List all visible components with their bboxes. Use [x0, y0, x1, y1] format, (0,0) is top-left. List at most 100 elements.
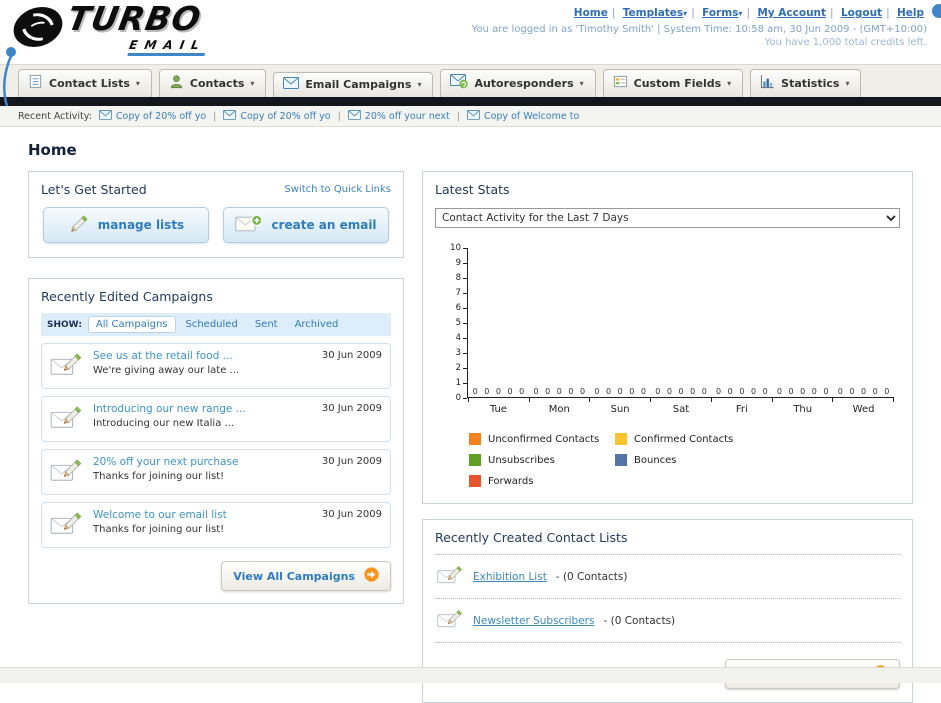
view-all-campaigns-label: View All Campaigns	[233, 569, 355, 583]
filter-scheduled[interactable]: Scheduled	[179, 317, 245, 332]
create-email-button[interactable]: create an email	[223, 207, 389, 243]
campaign-edit-icon	[50, 509, 84, 541]
logo-text: TURBO EMAIL	[61, 0, 213, 56]
corner-dot	[932, 4, 941, 18]
recent-contact-lists-title: Recently Created Contact Lists	[435, 530, 628, 545]
chart-x-label: Sat	[672, 404, 690, 415]
legend-label: Unconfirmed Contacts	[488, 433, 600, 445]
campaign-item[interactable]: See us at the retail food ... We're givi…	[41, 343, 391, 389]
chart-bar-group: 0 0 0 0 0	[716, 387, 768, 396]
campaign-title-link[interactable]: See us at the retail food ...	[93, 350, 239, 362]
activity-separator: |	[337, 110, 341, 122]
custom-fields-icon	[613, 74, 628, 92]
chart-x-label: Mon	[548, 404, 570, 415]
tab-contacts[interactable]: Contacts ▾	[158, 69, 267, 97]
campaign-title-link[interactable]: Welcome to our email list	[93, 509, 227, 521]
get-started-panel: Let's Get Started Switch to Quick Links …	[28, 171, 404, 258]
chevron-down-icon: ▾	[417, 80, 422, 89]
stats-range-select[interactable]: Contact Activity for the Last 7 Days	[435, 208, 900, 228]
logo-title: TURBO	[64, 0, 205, 38]
recent-campaigns-title: Recently Edited Campaigns	[41, 289, 213, 304]
filter-all-campaigns[interactable]: All Campaigns	[87, 316, 176, 333]
filter-sent[interactable]: Sent	[248, 317, 285, 332]
campaign-item[interactable]: 20% off your next purchase Thanks for jo…	[41, 449, 391, 495]
app-logo: TURBO EMAIL	[9, 0, 209, 64]
legend-item: Confirmed Contacts	[615, 433, 761, 445]
switch-quick-links-link[interactable]: Switch to Quick Links	[284, 184, 391, 195]
logo-subtitle: EMAIL	[127, 38, 208, 56]
chart-x-label: Fri	[735, 404, 748, 415]
get-started-title: Let's Get Started	[41, 182, 147, 197]
manage-lists-button[interactable]: manage lists	[43, 207, 209, 243]
nav-separator: |	[746, 7, 750, 19]
legend-swatch	[469, 433, 481, 445]
envelope-plus-icon	[235, 214, 263, 237]
chart-legend: Unconfirmed Contacts Confirmed Contacts Un…	[469, 433, 900, 487]
recent-activity-link[interactable]: Copy of Welcome to	[484, 111, 579, 122]
legend-item: Bounces	[615, 454, 761, 466]
activity-separator: |	[456, 110, 460, 122]
campaign-edit-icon	[50, 456, 84, 488]
page: TURBO EMAIL Home| Templates| Forms| My A…	[0, 0, 941, 703]
nav-separator: |	[611, 7, 616, 19]
right-column: Latest Stats Contact Activity for the La…	[422, 171, 913, 703]
tab-label: Custom Fields	[633, 76, 722, 90]
nav-home[interactable]: Home	[574, 7, 608, 19]
campaign-title-link[interactable]: Introducing our new range ...	[93, 403, 246, 415]
contact-list-link[interactable]: Newsletter Subscribers	[473, 615, 594, 627]
recent-activity-item[interactable]: Copy of 20% off yo	[99, 110, 206, 123]
header: TURBO EMAIL Home| Templates| Forms| My A…	[0, 0, 941, 107]
chevron-down-icon: ▾	[135, 78, 140, 88]
create-email-label: create an email	[271, 218, 377, 232]
tab-label: Contacts	[189, 76, 245, 90]
contact-list-item[interactable]: Exhibition List - (0 Contacts)	[435, 554, 900, 598]
tab-statistics[interactable]: Statistics ▾	[750, 69, 862, 97]
campaign-edit-icon	[50, 403, 84, 435]
recent-activity-item[interactable]: Copy of Welcome to	[467, 110, 579, 123]
email-campaigns-icon	[283, 77, 299, 92]
campaign-subtitle: Introducing our new Italia ...	[93, 418, 235, 429]
envelope-icon	[467, 110, 480, 123]
tab-email-campaigns[interactable]: Email Campaigns ▾	[273, 72, 434, 97]
view-all-campaigns-button[interactable]: View All Campaigns	[221, 561, 391, 591]
contact-list-item[interactable]: Newsletter Subscribers - (0 Contacts)	[435, 598, 900, 642]
contact-activity-chart: 10 9 8 7 6 5 4 3 2 1 0 0 0 0 0 00 0 0 0 00 0 0 0 0…	[445, 243, 894, 403]
list-edit-icon	[437, 563, 464, 590]
credits-status: You have 1,000 total credits left.	[764, 37, 927, 48]
chevron-down-icon: ▾	[579, 78, 584, 88]
campaign-subtitle: Thanks for joining our list!	[93, 524, 225, 535]
campaign-title-link[interactable]: 20% off your next purchase	[93, 456, 238, 468]
legend-swatch	[615, 454, 627, 466]
nav-my-account[interactable]: My Account	[757, 7, 826, 19]
chart-x-label: Tue	[489, 404, 507, 415]
envelope-icon	[99, 110, 112, 123]
logo-swirl-icon	[9, 7, 67, 47]
nav-forms[interactable]: Forms	[702, 7, 742, 19]
recent-activity-link[interactable]: Copy of 20% off yo	[116, 111, 206, 122]
legend-label: Bounces	[634, 454, 677, 466]
campaign-item[interactable]: Welcome to our email list Thanks for joi…	[41, 502, 391, 548]
nav-help[interactable]: Help	[897, 7, 924, 19]
tab-contact-lists[interactable]: Contact Lists ▾	[18, 69, 152, 97]
filter-archived[interactable]: Archived	[288, 317, 346, 332]
recent-activity-item[interactable]: 20% off your next	[348, 110, 450, 123]
recent-activity-link[interactable]: Copy of 20% off yo	[240, 111, 330, 122]
contact-list-link[interactable]: Exhibition List	[473, 571, 547, 583]
logo-swoosh	[2, 47, 16, 107]
tab-autoresponders[interactable]: Autoresponders ▾	[440, 69, 596, 97]
nav-separator: |	[886, 7, 890, 19]
nav-logout[interactable]: Logout	[841, 7, 882, 19]
page-title: Home	[28, 141, 77, 159]
chart-bar-group: 0 0 0 0 0	[472, 387, 525, 396]
campaign-item[interactable]: Introducing our new range ... Introducin…	[41, 396, 391, 442]
nav-templates[interactable]: Templates	[623, 7, 687, 19]
campaign-date: 30 Jun 2009	[321, 456, 382, 467]
recent-activity-link[interactable]: 20% off your next	[365, 111, 450, 122]
header-right: Home| Templates| Forms| My Account| Logo…	[472, 4, 927, 64]
campaign-filter-bar: SHOW: All Campaigns Scheduled Sent Archi…	[41, 313, 391, 336]
chart-day-row: Tue Mon Sun Sat Fri Thu Wed	[468, 404, 894, 415]
chart-bar-group: 0 0 0 0 0	[655, 387, 707, 396]
recent-activity-item[interactable]: Copy of 20% off yo	[223, 110, 331, 123]
tab-custom-fields[interactable]: Custom Fields ▾	[602, 69, 744, 97]
pencil-icon	[68, 213, 90, 238]
